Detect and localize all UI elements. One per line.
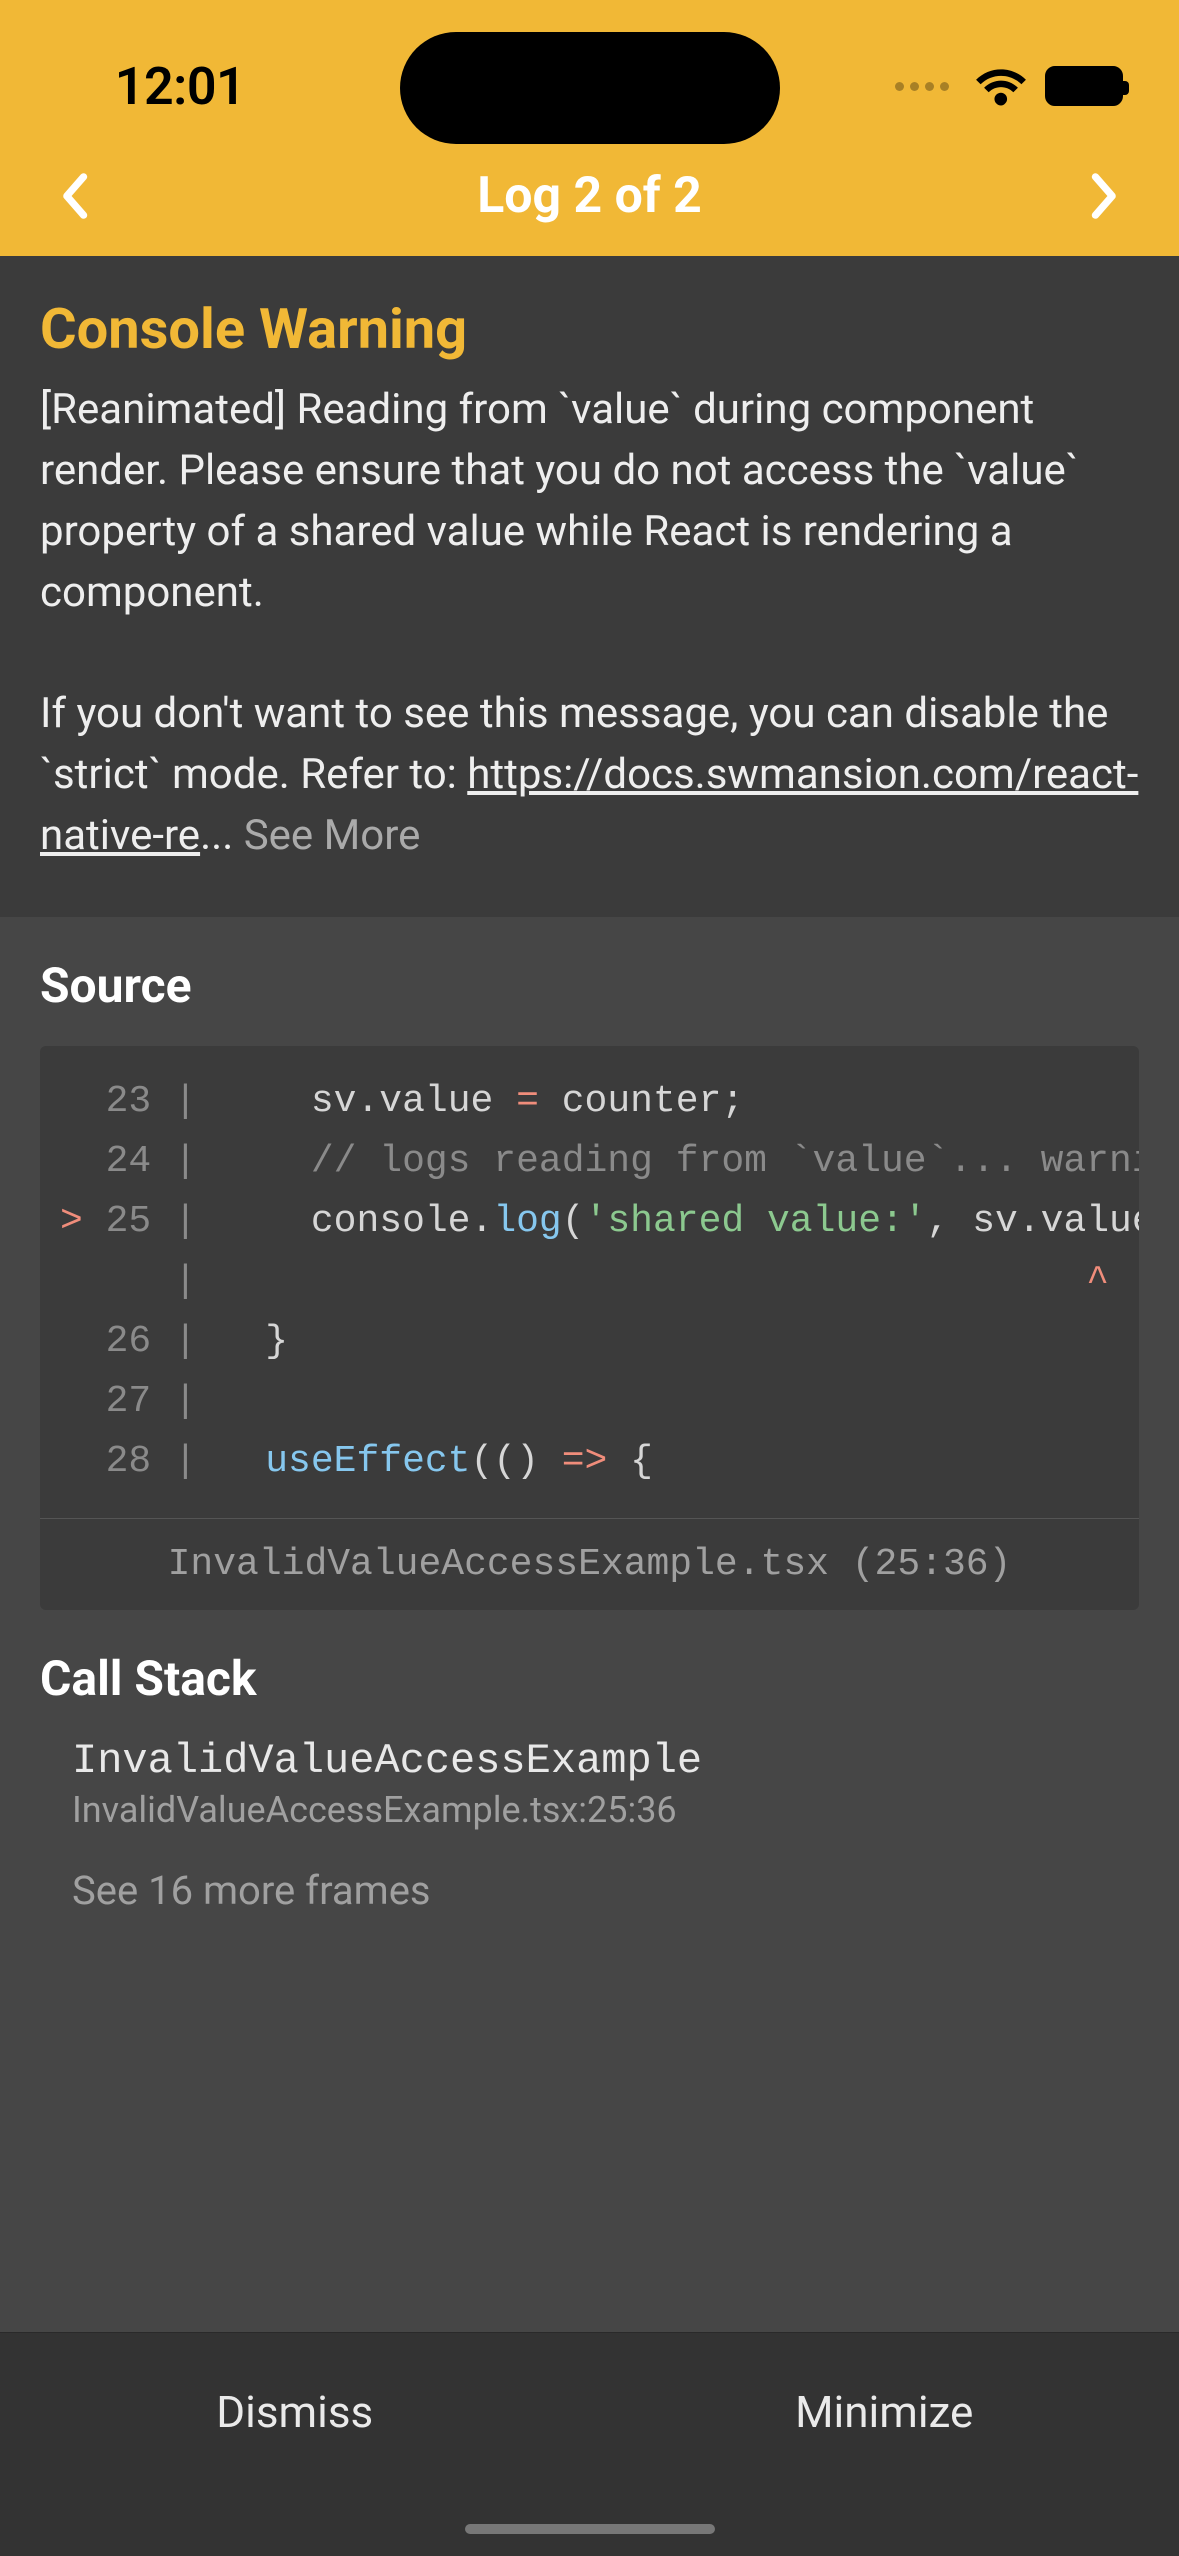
see-more-button[interactable]: See More xyxy=(244,811,421,860)
nav-bar: Log 2 of 2 xyxy=(0,136,1179,256)
callstack-section: Call Stack InvalidValueAccessExample Inv… xyxy=(0,1610,1179,2332)
frame-function: InvalidValueAccessExample xyxy=(72,1737,1139,1785)
warning-message: [Reanimated] Reading from `value` during… xyxy=(40,380,1139,867)
callstack-title: Call Stack xyxy=(40,1650,1139,1707)
chevron-left-icon xyxy=(59,172,89,220)
source-section: Source 23 | sv.value = counter; 24 | // … xyxy=(0,917,1179,1610)
warning-title: Console Warning xyxy=(40,296,1139,362)
source-file: InvalidValueAccessExample.tsx (25:36) xyxy=(40,1518,1139,1610)
source-title: Source xyxy=(40,957,1139,1014)
logbox-screen: 12:01 xyxy=(0,0,1179,2556)
battery-icon xyxy=(1045,66,1123,106)
body: Console Warning [Reanimated] Reading fro… xyxy=(0,256,1179,2332)
chevron-right-icon xyxy=(1090,172,1120,220)
footer: Dismiss Minimize xyxy=(0,2332,1179,2556)
wifi-icon xyxy=(975,66,1027,106)
dismiss-button[interactable]: Dismiss xyxy=(0,2333,590,2556)
stack-frame[interactable]: InvalidValueAccessExample InvalidValueAc… xyxy=(72,1737,1139,1831)
warning-ellipsis: ... xyxy=(200,811,244,860)
status-dots-icon xyxy=(895,82,949,91)
dynamic-island xyxy=(400,32,780,144)
next-log-button[interactable] xyxy=(1075,166,1135,226)
status-bar: 12:01 xyxy=(0,36,1179,136)
warning-body-1: [Reanimated] Reading from `value` during… xyxy=(40,385,1079,617)
see-more-frames-button[interactable]: See 16 more frames xyxy=(72,1867,1139,1914)
minimize-button[interactable]: Minimize xyxy=(590,2333,1179,2556)
status-time: 12:01 xyxy=(0,56,360,117)
warning-section: Console Warning [Reanimated] Reading fro… xyxy=(0,256,1179,917)
home-indicator[interactable] xyxy=(465,2524,715,2534)
code-box: 23 | sv.value = counter; 24 | // logs re… xyxy=(40,1046,1139,1610)
frame-location: InvalidValueAccessExample.tsx:25:36 xyxy=(72,1789,1139,1831)
header: 12:01 xyxy=(0,0,1179,256)
prev-log-button[interactable] xyxy=(44,166,104,226)
nav-title: Log 2 of 2 xyxy=(104,167,1075,225)
status-right xyxy=(895,66,1123,106)
code-lines: 23 | sv.value = counter; 24 | // logs re… xyxy=(40,1046,1139,1518)
